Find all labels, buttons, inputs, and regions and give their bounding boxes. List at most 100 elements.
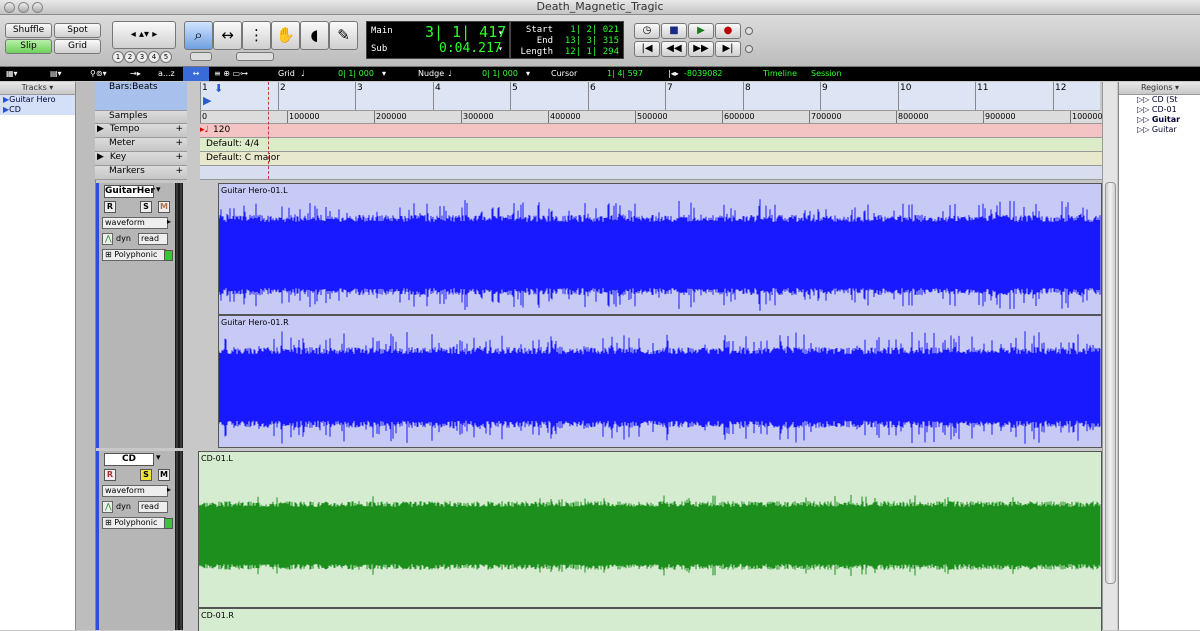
stop-icon[interactable]: ■ [661, 23, 687, 39]
grid-mode-button[interactable]: Grid [54, 39, 101, 54]
tracks-list-header[interactable]: Tracks ▾ [0, 82, 75, 95]
automation-mode-selector[interactable]: read [138, 233, 168, 245]
shuffle-mode-button[interactable]: Shuffle [5, 23, 52, 38]
track-view-selector[interactable]: waveform [102, 485, 168, 497]
track-list-item[interactable]: ▶CD [0, 105, 75, 115]
region-expand-icon[interactable]: ▷▷ [1137, 95, 1152, 104]
chevron-down-icon[interactable]: ▾ [526, 67, 530, 81]
solo-button[interactable]: S [140, 201, 152, 213]
ruler-meter-label[interactable]: Meter + [95, 138, 187, 152]
zoom-preset-button[interactable]: 5 [160, 51, 172, 63]
tempo-marker-icon[interactable]: ▸♩ [200, 125, 209, 135]
add-tempo-icon[interactable]: + [175, 124, 183, 134]
track-header-guitar-hero[interactable]: GuitarHer ▾ R S M waveform ▸ ⋀ dyn read … [96, 183, 183, 448]
ruler-bars-beats-label[interactable]: Bars:Beats [95, 82, 187, 111]
grid-value[interactable]: 0| 1| 000 [338, 67, 374, 81]
mute-button[interactable]: M [158, 469, 170, 481]
zoom-preset-button[interactable]: 4 [148, 51, 160, 63]
window-menu-icon[interactable]: ▦▾ [6, 67, 18, 81]
grabber-tool-icon[interactable]: ✋ [271, 21, 300, 50]
transport-option-icon[interactable] [745, 45, 753, 53]
region-list-item[interactable]: ▷▷ CD (St [1119, 95, 1200, 105]
track-view-selector[interactable]: waveform [102, 217, 168, 229]
ruler-tempo-label[interactable]: ▶ Tempo + [95, 124, 187, 138]
ruler-samples-label[interactable]: Samples [95, 111, 187, 124]
add-meter-icon[interactable]: + [175, 138, 183, 148]
go-to-end-icon[interactable]: ▶| [715, 41, 741, 57]
automation-icon[interactable]: ⋀ [102, 233, 113, 245]
audio-region-cd-left[interactable]: CD-01.L [198, 451, 1102, 608]
transport-option-icon[interactable] [745, 27, 753, 35]
elastic-audio-selector[interactable]: ⊞ Polyphonic [102, 517, 166, 529]
region-expand-icon[interactable]: ▷▷ [1137, 115, 1152, 124]
record-icon[interactable]: ● [715, 23, 741, 39]
bars-beats-ruler[interactable]: 1 2 3 4 5 6 7 8 9 10 11 12 ▶ ⬇ [200, 82, 1100, 111]
audio-region-guitar-hero-right[interactable]: Guitar Hero-01.R [218, 315, 1102, 448]
track-name[interactable]: GuitarHer [104, 185, 155, 198]
chevron-down-icon[interactable]: ▾ [498, 28, 503, 37]
audio-region-cd-right[interactable]: CD-01.R [198, 608, 1102, 631]
slip-mode-button[interactable]: Slip [5, 39, 52, 54]
scrubber-tool-icon[interactable]: ◖ [300, 21, 329, 50]
add-marker-icon[interactable]: + [175, 166, 183, 176]
link-timeline-edit-selection-icon[interactable]: ↔ [183, 67, 209, 81]
selector-tool-icon[interactable]: ⋮ [242, 21, 271, 50]
record-enable-button[interactable]: R [104, 201, 116, 213]
selection-start-icon[interactable]: ⬇ [214, 82, 223, 95]
zoom-preset-button[interactable]: 3 [136, 51, 148, 63]
zoom-arrows-icon[interactable]: ◂ ▴▾ ▸ [112, 21, 176, 49]
spot-mode-button[interactable]: Spot [54, 23, 101, 38]
track-list-item[interactable]: ▶Guitar Hero [0, 95, 75, 105]
automation-mode-selector[interactable]: read [138, 501, 168, 513]
expand-icon[interactable]: ▶ [95, 152, 104, 162]
tempo-ruler[interactable]: ▸♩ 120 [200, 124, 1116, 138]
samples-ruler[interactable]: 0 100000 200000 300000 400000 500000 600000 700… [200, 111, 1116, 124]
track-name[interactable]: CD [104, 453, 154, 466]
chevron-down-icon[interactable]: ▾ [156, 453, 161, 463]
elastic-audio-selector[interactable]: ⊞ Polyphonic [102, 249, 166, 261]
scrollbar-thumb[interactable] [1105, 182, 1116, 584]
playhead-marker-icon[interactable]: ▶ [203, 94, 211, 107]
automation-icon[interactable]: ⋀ [102, 501, 113, 513]
main-counter[interactable]: Main 3| 1| 417 Sub 0:04.217 ▾ ▾ [366, 21, 510, 59]
zoom-toggle-icon[interactable] [190, 52, 212, 61]
chevron-down-icon[interactable]: ▾ [498, 44, 503, 53]
zoomer-tool-icon[interactable]: ⌕ [184, 21, 213, 50]
length-value[interactable]: 12| 1| 294 [565, 47, 619, 57]
key-ruler[interactable]: Default: C major [200, 152, 1116, 166]
mute-button[interactable]: M [158, 201, 170, 213]
regions-list-header[interactable]: Regions ▾ [1119, 82, 1200, 95]
region-expand-icon[interactable]: ▷▷ [1137, 125, 1152, 134]
audio-region-guitar-hero-left[interactable]: Guitar Hero-01.L [218, 183, 1102, 315]
add-key-icon[interactable]: + [175, 152, 183, 162]
track-header-cd[interactable]: CD ▾ R S M waveform ▸ ⋀ dyn read ⊞ Polyp… [96, 451, 183, 630]
chevron-down-icon[interactable]: ▾ [382, 67, 386, 81]
markers-ruler[interactable] [200, 166, 1116, 180]
pencil-tool-icon[interactable]: ✎ [329, 21, 358, 50]
fast-forward-icon[interactable]: ▶▶ [688, 41, 714, 57]
link-icon[interactable]: ⚲⊚▾ [90, 67, 107, 81]
ruler-markers-label[interactable]: Markers + [95, 166, 187, 180]
tool-slider[interactable] [236, 52, 274, 61]
chevron-right-icon[interactable]: ▸ [167, 217, 171, 226]
region-expand-icon[interactable]: ▷▷ [1137, 105, 1152, 114]
region-list-item[interactable]: ▷▷ CD-01 [1119, 105, 1200, 115]
link-track-edit-selection-icon[interactable]: ≡ ⊕ ▭⊶ [214, 67, 248, 81]
zoom-preset-button[interactable]: 2 [124, 51, 136, 63]
chevron-right-icon[interactable]: ▸ [167, 485, 171, 494]
trim-tool-icon[interactable]: ↔ [213, 21, 242, 50]
rewind-icon[interactable]: ◀◀ [661, 41, 687, 57]
nudge-value[interactable]: 0| 1| 000 [482, 67, 518, 81]
record-enable-button[interactable]: R [104, 469, 116, 481]
zoom-preset-button[interactable]: 1 [112, 51, 124, 63]
return-to-zero-icon[interactable]: |◀ [634, 41, 660, 57]
meter-ruler[interactable]: Default: 4/4 [200, 138, 1116, 152]
vertical-scrollbar[interactable] [1102, 82, 1117, 630]
online-clock-icon[interactable]: ◷ [634, 23, 660, 39]
chevron-down-icon[interactable]: ▾ [156, 185, 161, 195]
play-icon[interactable]: ▶ [688, 23, 714, 39]
tab-to-transient-icon[interactable]: →▸ [130, 67, 141, 81]
track-options-icon[interactable]: ▤▾ [50, 67, 62, 81]
end-value[interactable]: 13| 3| 315 [565, 36, 619, 46]
solo-button[interactable]: S [140, 469, 152, 481]
